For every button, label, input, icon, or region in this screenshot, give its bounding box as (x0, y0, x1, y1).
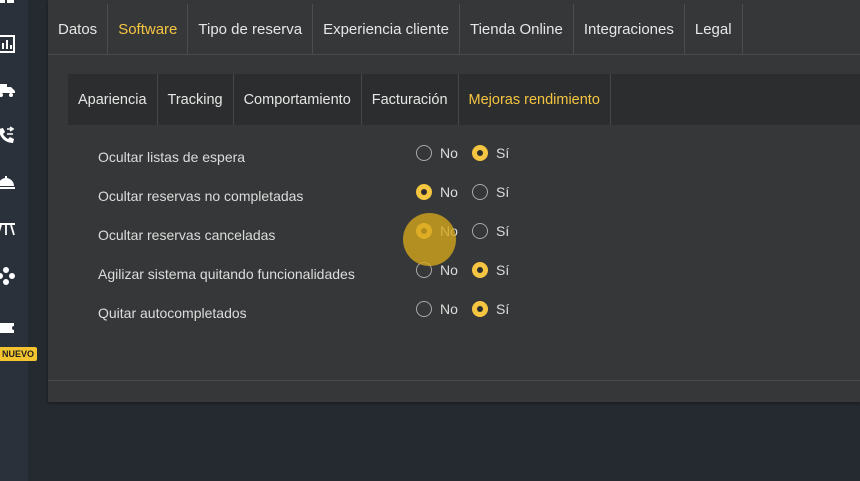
subtab-tracking[interactable]: Tracking (158, 74, 234, 125)
radio-no[interactable] (416, 301, 432, 317)
setting-row: Quitar autocompletados No Sí (98, 293, 698, 332)
option-label-no: No (440, 145, 458, 161)
tab-legal[interactable]: Legal (685, 4, 743, 54)
radio-si[interactable] (472, 223, 488, 239)
setting-label: Quitar autocompletados (98, 305, 247, 321)
radio-no[interactable] (416, 223, 432, 239)
radio-si[interactable] (472, 262, 488, 278)
setting-row: Ocultar reservas no completadas No Sí (98, 176, 698, 215)
setting-row: Ocultar listas de espera No Sí (98, 137, 698, 176)
sidebar: NUEVO (0, 0, 38, 481)
setting-label: Agilizar sistema quitando funcionalidade… (98, 266, 355, 282)
radio-no[interactable] (416, 262, 432, 278)
radio-si[interactable] (472, 301, 488, 317)
new-badge: NUEVO (0, 347, 38, 361)
radio-option-no[interactable]: No (416, 262, 458, 278)
gamepad-icon[interactable] (0, 266, 16, 286)
settings-panel: Datos Software Tipo de reserva Experienc… (48, 0, 860, 402)
setting-label: Ocultar reservas canceladas (98, 227, 276, 243)
chart-icon[interactable] (0, 34, 16, 54)
radio-option-si[interactable]: Sí (472, 223, 509, 239)
radio-si[interactable] (472, 184, 488, 200)
settings-list: Ocultar listas de espera No Sí Ocultar r… (98, 137, 698, 332)
radio-option-si[interactable]: Sí (472, 184, 509, 200)
radio-option-si[interactable]: Sí (472, 301, 509, 317)
ticket-icon[interactable] (0, 318, 16, 338)
tab-experiencia-cliente[interactable]: Experiencia cliente (313, 4, 460, 54)
option-label-no: No (440, 223, 458, 239)
radio-option-no[interactable]: No (416, 223, 458, 239)
option-label-si: Sí (496, 145, 510, 161)
tab-software[interactable]: Software (108, 4, 189, 54)
phone-transfer-icon[interactable] (0, 126, 16, 146)
tab-integraciones[interactable]: Integraciones (574, 4, 685, 54)
sub-tab-bar: Apariencia Tracking Comportamiento Factu… (68, 74, 860, 125)
radio-option-si[interactable]: Sí (472, 145, 509, 161)
setting-row: Ocultar reservas canceladas No Sí (98, 215, 698, 254)
setting-label: Ocultar reservas no completadas (98, 188, 304, 204)
setting-label: Ocultar listas de espera (98, 149, 246, 165)
subtab-apariencia[interactable]: Apariencia (68, 74, 158, 125)
tab-tipo-de-reserva[interactable]: Tipo de reserva (188, 4, 314, 54)
option-label-si: Sí (496, 262, 510, 278)
option-label-no: No (440, 184, 458, 200)
radio-option-no[interactable]: No (416, 145, 458, 161)
tab-datos[interactable]: Datos (48, 4, 109, 54)
top-tabs: Datos Software Tipo de reserva Experienc… (48, 4, 860, 55)
option-label-no: No (440, 262, 458, 278)
subtab-comportamiento[interactable]: Comportamiento (234, 74, 362, 125)
radio-option-no[interactable]: No (416, 301, 458, 317)
option-label-si: Sí (496, 184, 510, 200)
radio-option-si[interactable]: Sí (472, 262, 509, 278)
table-icon[interactable] (0, 218, 16, 238)
radio-no[interactable] (416, 184, 432, 200)
truck-icon[interactable] (0, 80, 16, 100)
radio-si[interactable] (472, 145, 488, 161)
dashboard-icon[interactable] (0, 0, 16, 14)
option-label-si: Sí (496, 223, 510, 239)
option-label-si: Sí (496, 301, 510, 317)
cloche-icon[interactable] (0, 172, 16, 192)
subtab-facturacion[interactable]: Facturación (362, 74, 459, 125)
radio-no[interactable] (416, 145, 432, 161)
setting-row: Agilizar sistema quitando funcionalidade… (98, 254, 698, 293)
tab-tienda-online[interactable]: Tienda Online (460, 4, 574, 54)
subtab-mejoras-rendimiento[interactable]: Mejoras rendimiento (459, 74, 611, 125)
radio-option-no[interactable]: No (416, 184, 458, 200)
panel-divider (48, 380, 860, 381)
option-label-no: No (440, 301, 458, 317)
